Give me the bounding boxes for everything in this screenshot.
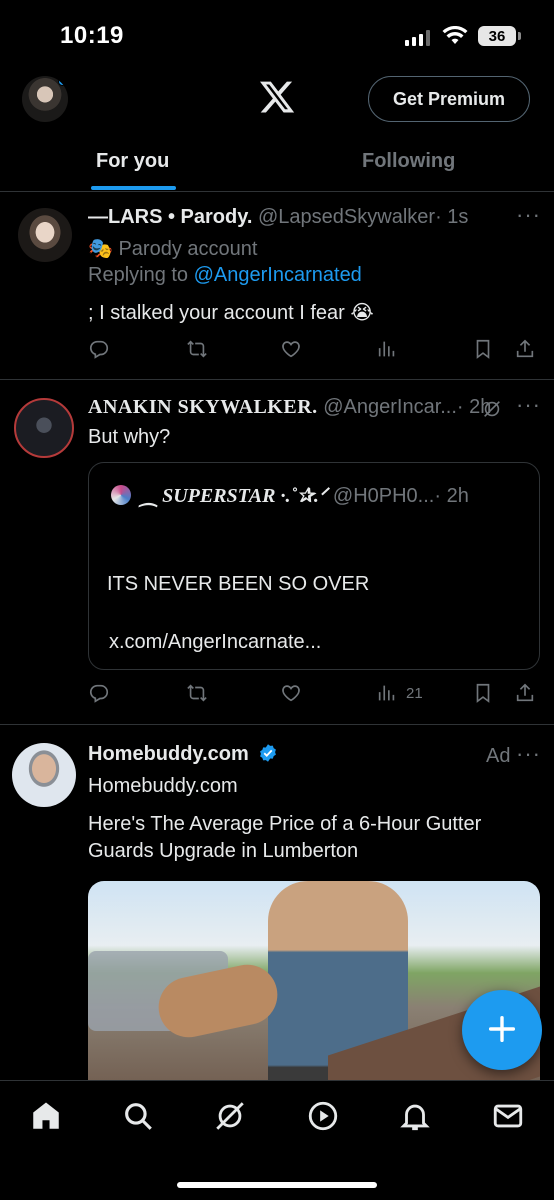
views-count: 21 [406, 684, 423, 702]
author-name[interactable]: —LARS • Parody. [88, 206, 252, 228]
advertiser-subname: Homebuddy.com [88, 775, 238, 797]
parody-mask-icon: 🎭 [88, 238, 113, 260]
verified-badge-icon [260, 744, 277, 762]
plus-icon [488, 1015, 516, 1042]
search-icon [125, 1103, 152, 1130]
more-options-icon[interactable]: ··· [516, 202, 541, 228]
status-bar: 10:19 36 [0, 0, 554, 70]
author-avatar[interactable] [18, 208, 72, 262]
heart-icon [282, 685, 300, 702]
repost-button[interactable] [186, 338, 208, 360]
nav-notifications[interactable] [398, 1099, 432, 1133]
quote-author-name: ⁔ SUPERSTAR ·.˚✰.ᐟ [141, 485, 328, 507]
ad-image[interactable] [88, 881, 540, 1111]
tweet-post[interactable]: ANAKIN SKYWALKER. @AngerIncar... · 2h ···… [0, 380, 554, 725]
replying-to-link[interactable]: @AngerIncarnated [194, 264, 362, 286]
quote-text: ITS NEVER BEEN SO OVER [107, 573, 370, 595]
nav-video[interactable] [306, 1099, 340, 1133]
compose-post-button[interactable] [462, 990, 542, 1070]
quoted-post[interactable]: ⁔ SUPERSTAR ·.˚✰.ᐟ @H0PH0...· 2h ITS NEV… [88, 462, 540, 670]
share-button[interactable] [514, 338, 536, 360]
post-actions: 21 [88, 682, 540, 708]
post-actions [88, 338, 540, 364]
views-icon [378, 341, 395, 357]
grok-icon[interactable] [481, 398, 503, 420]
nav-search[interactable] [121, 1099, 155, 1133]
more-options-icon[interactable]: ··· [516, 741, 541, 767]
bookmark-icon [476, 339, 490, 359]
author-avatar[interactable] [14, 398, 74, 458]
reply-button[interactable] [88, 682, 110, 704]
active-tab-indicator [91, 186, 176, 190]
tab-for-you[interactable]: For you [96, 150, 169, 173]
ad-text-line-2: Guards Upgrade in Lumberton [88, 840, 359, 862]
notification-dot [58, 77, 67, 86]
get-premium-button[interactable]: Get Premium [368, 76, 530, 122]
post-text: But why? [88, 426, 171, 448]
reply-icon [89, 340, 109, 359]
nav-messages[interactable] [491, 1099, 525, 1133]
like-button[interactable] [280, 338, 302, 360]
share-icon [516, 683, 534, 702]
quote-author-handle: @H0PH0... [332, 485, 435, 507]
author-handle[interactable]: @LapsedSkywalker [258, 206, 435, 228]
bell-icon [400, 1104, 430, 1131]
ad-text-line-1: Here's The Average Price of a 6-Hour Gut… [88, 813, 482, 835]
signal-icon [405, 30, 430, 46]
ad-label: Ad [486, 745, 511, 767]
heart-icon [282, 341, 300, 358]
author-name[interactable]: ANAKIN SKYWALKER. [88, 396, 318, 418]
replying-to-label: Replying to [88, 264, 194, 286]
post-time: · 1s [435, 206, 469, 228]
parody-badge: Parody account [118, 238, 258, 260]
bookmark-button[interactable] [472, 338, 494, 360]
share-icon [516, 339, 534, 358]
mail-icon [493, 1104, 523, 1128]
quote-time: · 2h [434, 485, 469, 507]
like-button[interactable] [280, 682, 302, 704]
nav-grok[interactable] [213, 1099, 247, 1133]
quote-link[interactable]: x.com/AngerIncarnate... [109, 631, 321, 654]
reply-button[interactable] [88, 338, 110, 360]
quote-author-avatar [111, 485, 131, 505]
share-button[interactable] [514, 682, 536, 704]
battery-indicator: 36 [478, 26, 521, 46]
views-button[interactable] [376, 338, 398, 360]
views-button[interactable]: 21 [376, 682, 423, 704]
grok-icon [216, 1102, 244, 1130]
post-text: ; I stalked your account I fear 😭 [88, 302, 374, 324]
status-time: 10:19 [60, 22, 124, 49]
bookmark-icon [476, 683, 490, 703]
repost-icon [187, 684, 207, 702]
top-header: Get Premium [0, 70, 554, 128]
timeline-tabs: For you Following [0, 128, 554, 192]
nav-home[interactable] [29, 1099, 63, 1133]
bookmark-button[interactable] [472, 682, 494, 704]
home-icon [33, 1102, 59, 1129]
play-icon [308, 1101, 338, 1131]
advertiser-avatar[interactable] [12, 743, 76, 807]
tweet-post[interactable]: —LARS • Parody. @LapsedSkywalker· 1s ···… [0, 192, 554, 380]
repost-icon [187, 340, 207, 358]
reply-icon [89, 684, 109, 703]
author-handle[interactable]: @AngerIncar... [323, 396, 457, 418]
advertiser-name[interactable]: Homebuddy.com [88, 743, 249, 765]
tab-following[interactable]: Following [362, 150, 455, 173]
profile-avatar[interactable] [22, 76, 68, 122]
x-logo-icon [259, 81, 295, 113]
repost-button[interactable] [186, 682, 208, 704]
more-options-icon[interactable]: ··· [516, 392, 541, 418]
views-icon [378, 685, 395, 701]
wifi-icon [442, 26, 468, 44]
home-indicator [177, 1182, 377, 1188]
